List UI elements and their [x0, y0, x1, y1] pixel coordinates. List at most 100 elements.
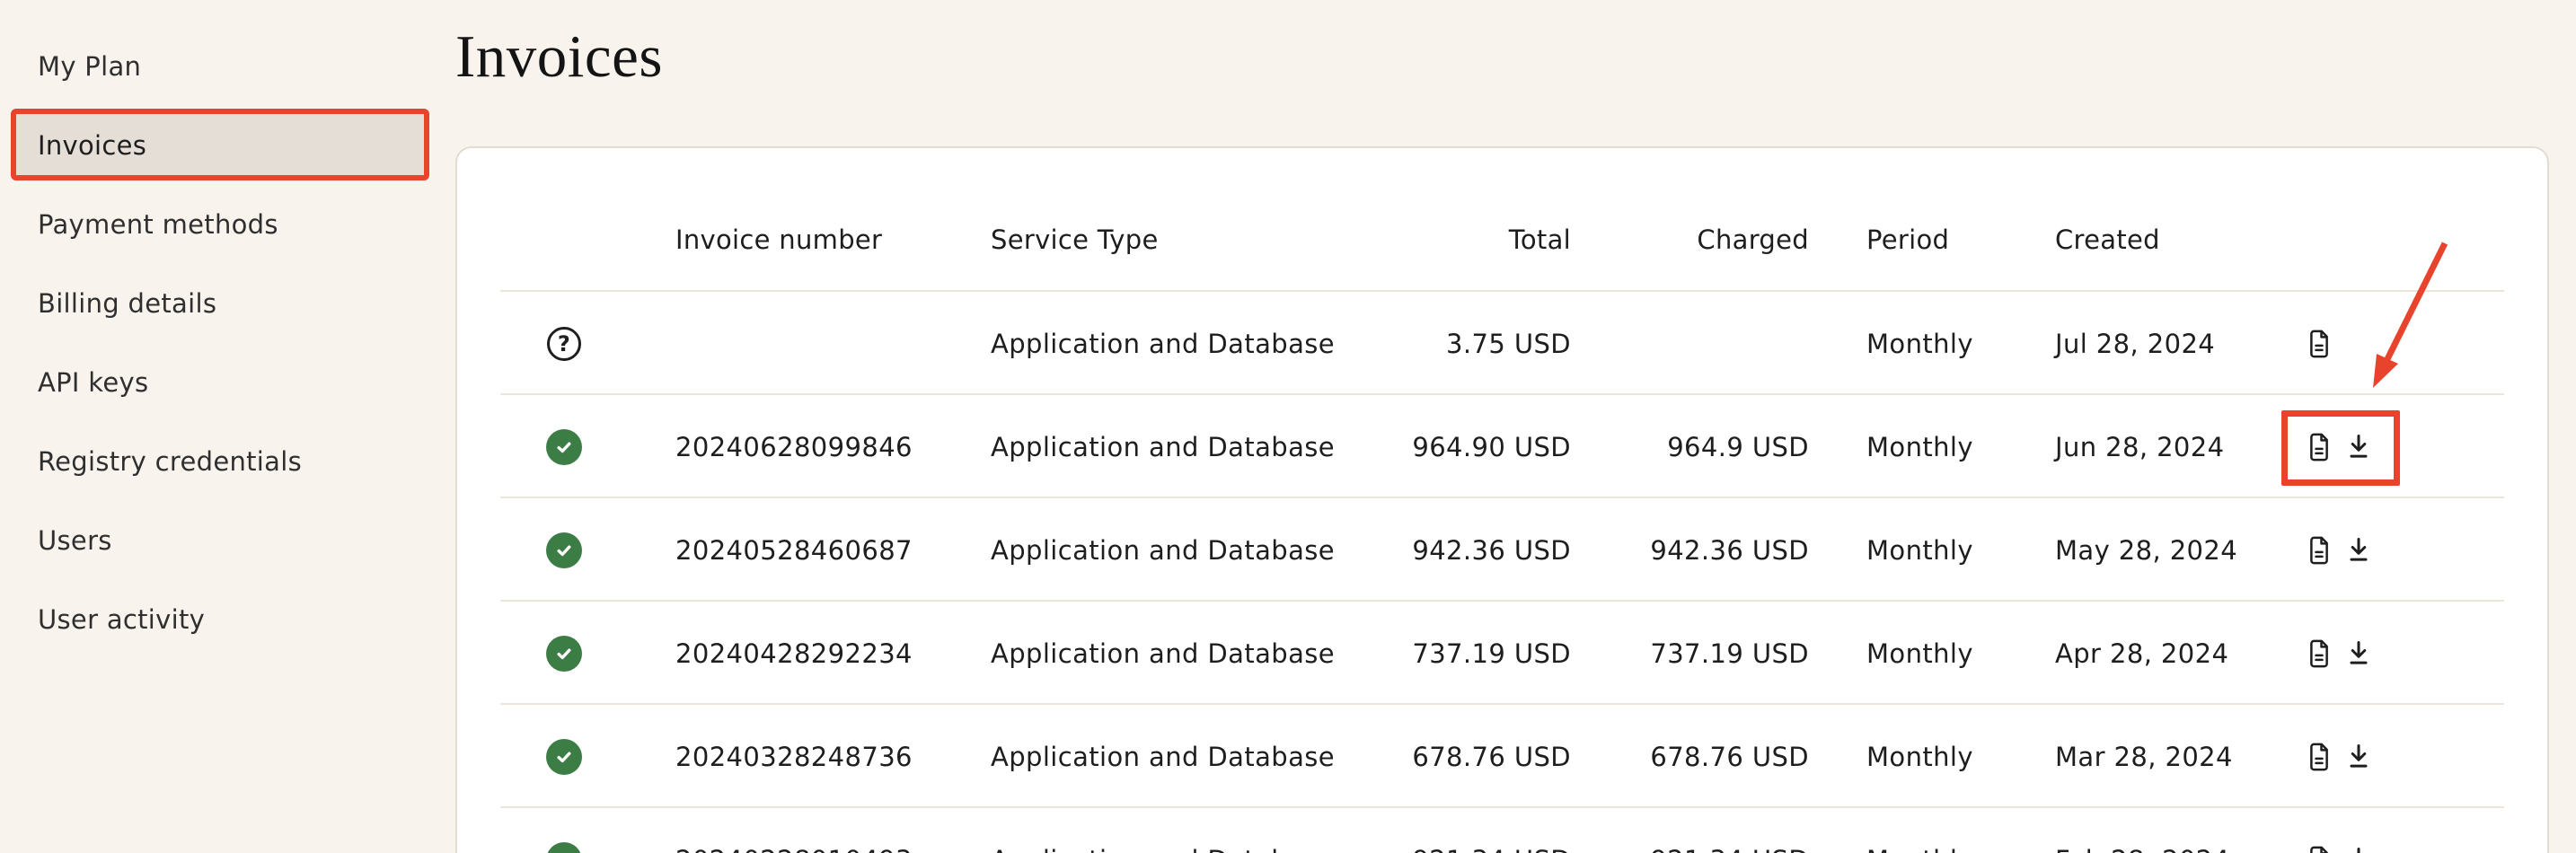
download-invoice-button[interactable]: [2345, 742, 2372, 772]
download-icon: [2345, 535, 2372, 566]
invoice-table-row: ? 20240228010493 Application and Databas…: [500, 806, 2504, 853]
invoice-table-row: ? 20240628099846 Application and Databas…: [500, 393, 2504, 497]
total-cell: 942.36 USD: [1395, 535, 1571, 566]
download-icon: [2345, 742, 2372, 772]
download-invoice-button[interactable]: [2345, 432, 2372, 462]
file-icon: [2306, 535, 2333, 566]
sidebar-item-label: Users: [38, 525, 112, 556]
invoice-status-cell: ?: [500, 739, 628, 775]
invoice-actions-cell: [2294, 808, 2508, 853]
sidebar-nav: My Plan Invoices Payment methods Billing…: [0, 31, 455, 655]
charged-cell: 964.9 USD: [1571, 432, 1809, 462]
view-invoice-button[interactable]: [2306, 432, 2333, 462]
charged-cell: 921.34 USD: [1571, 845, 1809, 853]
invoice-table-header: Invoice number Service Type Total Charge…: [500, 148, 2504, 290]
sidebar-item-label: My Plan: [38, 51, 141, 82]
header-total: Total: [1395, 224, 1571, 256]
period-cell: Monthly: [1809, 845, 2025, 853]
download-invoice-button[interactable]: [2345, 845, 2372, 853]
invoice-actions-cell: [2294, 705, 2508, 808]
sidebar-item-label: API keys: [38, 367, 148, 398]
invoice-status-cell: ?: [500, 842, 628, 853]
service-type-cell: Application and Database: [991, 845, 1395, 853]
invoice-number-cell: 20240228010493: [628, 845, 991, 853]
header-service-type: Service Type: [991, 224, 1395, 256]
total-cell: 921.34 USD: [1395, 845, 1571, 853]
download-icon: [2345, 845, 2372, 853]
billing-sidebar: My Plan Invoices Payment methods Billing…: [0, 0, 455, 853]
view-invoice-button[interactable]: [2306, 638, 2333, 669]
sidebar-item-api-keys[interactable]: API keys: [11, 347, 429, 418]
invoice-actions-cell: [2294, 395, 2508, 498]
sidebar-item-user-activity[interactable]: User activity: [11, 584, 429, 655]
charged-cell: 678.76 USD: [1571, 742, 1809, 772]
header-period: Period: [1809, 224, 2025, 256]
period-cell: Monthly: [1809, 535, 2025, 566]
status-paid-check-icon: [546, 636, 582, 672]
sidebar-item-label: Registry credentials: [38, 446, 302, 477]
view-invoice-button[interactable]: [2306, 329, 2333, 359]
total-cell: 964.90 USD: [1395, 432, 1571, 462]
invoice-status-cell: ?: [500, 429, 628, 465]
file-icon: [2306, 432, 2333, 462]
invoice-table-body: ? Application and Database 3.75 USD Mont…: [500, 290, 2504, 853]
file-icon: [2306, 845, 2333, 853]
sidebar-item-label: User activity: [38, 604, 205, 635]
view-invoice-button[interactable]: [2306, 742, 2333, 772]
status-pending-question-icon[interactable]: ?: [547, 327, 581, 361]
created-cell: May 28, 2024: [2025, 535, 2294, 566]
status-paid-check-icon: [546, 532, 582, 568]
invoice-table-row: ? Application and Database 3.75 USD Mont…: [500, 290, 2504, 393]
sidebar-item-my-plan[interactable]: My Plan: [11, 31, 429, 101]
status-paid-check-icon: [546, 429, 582, 465]
created-cell: Feb 28, 2024: [2025, 845, 2294, 853]
download-icon: [2345, 638, 2372, 669]
view-invoice-button[interactable]: [2306, 535, 2333, 566]
page-title: Invoices: [455, 27, 663, 87]
period-cell: Monthly: [1809, 742, 2025, 772]
period-cell: Monthly: [1809, 329, 2025, 359]
sidebar-item-registry-credentials[interactable]: Registry credentials: [11, 426, 429, 497]
created-cell: Jun 28, 2024: [2025, 432, 2294, 462]
sidebar-item-billing-details[interactable]: Billing details: [11, 268, 429, 339]
period-cell: Monthly: [1809, 432, 2025, 462]
service-type-cell: Application and Database: [991, 535, 1395, 566]
download-invoice-button[interactable]: [2345, 638, 2372, 669]
sidebar-item-users[interactable]: Users: [11, 505, 429, 576]
service-type-cell: Application and Database: [991, 329, 1395, 359]
question-glyph: ?: [558, 333, 570, 355]
total-cell: 737.19 USD: [1395, 638, 1571, 669]
invoices-card: Invoice number Service Type Total Charge…: [455, 146, 2549, 853]
sidebar-item-invoices[interactable]: Invoices: [11, 110, 429, 180]
invoice-status-cell: ?: [500, 327, 628, 361]
invoice-status-cell: ?: [500, 636, 628, 672]
created-cell: Mar 28, 2024: [2025, 742, 2294, 772]
annotation-box-row-actions: [2281, 410, 2400, 486]
invoice-actions-cell: [2294, 292, 2508, 395]
invoice-status-cell: ?: [500, 532, 628, 568]
file-icon: [2306, 329, 2333, 359]
file-icon: [2306, 742, 2333, 772]
invoice-table-row: ? 20240328248736 Application and Databas…: [500, 703, 2504, 806]
invoice-table-row: ? 20240428292234 Application and Databas…: [500, 600, 2504, 703]
created-cell: Jul 28, 2024: [2025, 329, 2294, 359]
invoice-number-cell: 20240328248736: [628, 742, 991, 772]
header-charged: Charged: [1571, 224, 1809, 256]
sidebar-item-label: Payment methods: [38, 209, 278, 240]
charged-cell: 942.36 USD: [1571, 535, 1809, 566]
period-cell: Monthly: [1809, 638, 2025, 669]
service-type-cell: Application and Database: [991, 432, 1395, 462]
invoice-number-cell: 20240528460687: [628, 535, 991, 566]
header-created: Created: [2025, 224, 2294, 256]
total-cell: 3.75 USD: [1395, 329, 1571, 359]
invoice-number-cell: 20240628099846: [628, 432, 991, 462]
service-type-cell: Application and Database: [991, 638, 1395, 669]
status-paid-check-icon: [546, 842, 582, 853]
invoice-number-cell: 20240428292234: [628, 638, 991, 669]
status-paid-check-icon: [546, 739, 582, 775]
created-cell: Apr 28, 2024: [2025, 638, 2294, 669]
view-invoice-button[interactable]: [2306, 845, 2333, 853]
sidebar-item-payment-methods[interactable]: Payment methods: [11, 189, 429, 259]
invoice-actions-cell: [2294, 602, 2508, 705]
download-invoice-button[interactable]: [2345, 535, 2372, 566]
